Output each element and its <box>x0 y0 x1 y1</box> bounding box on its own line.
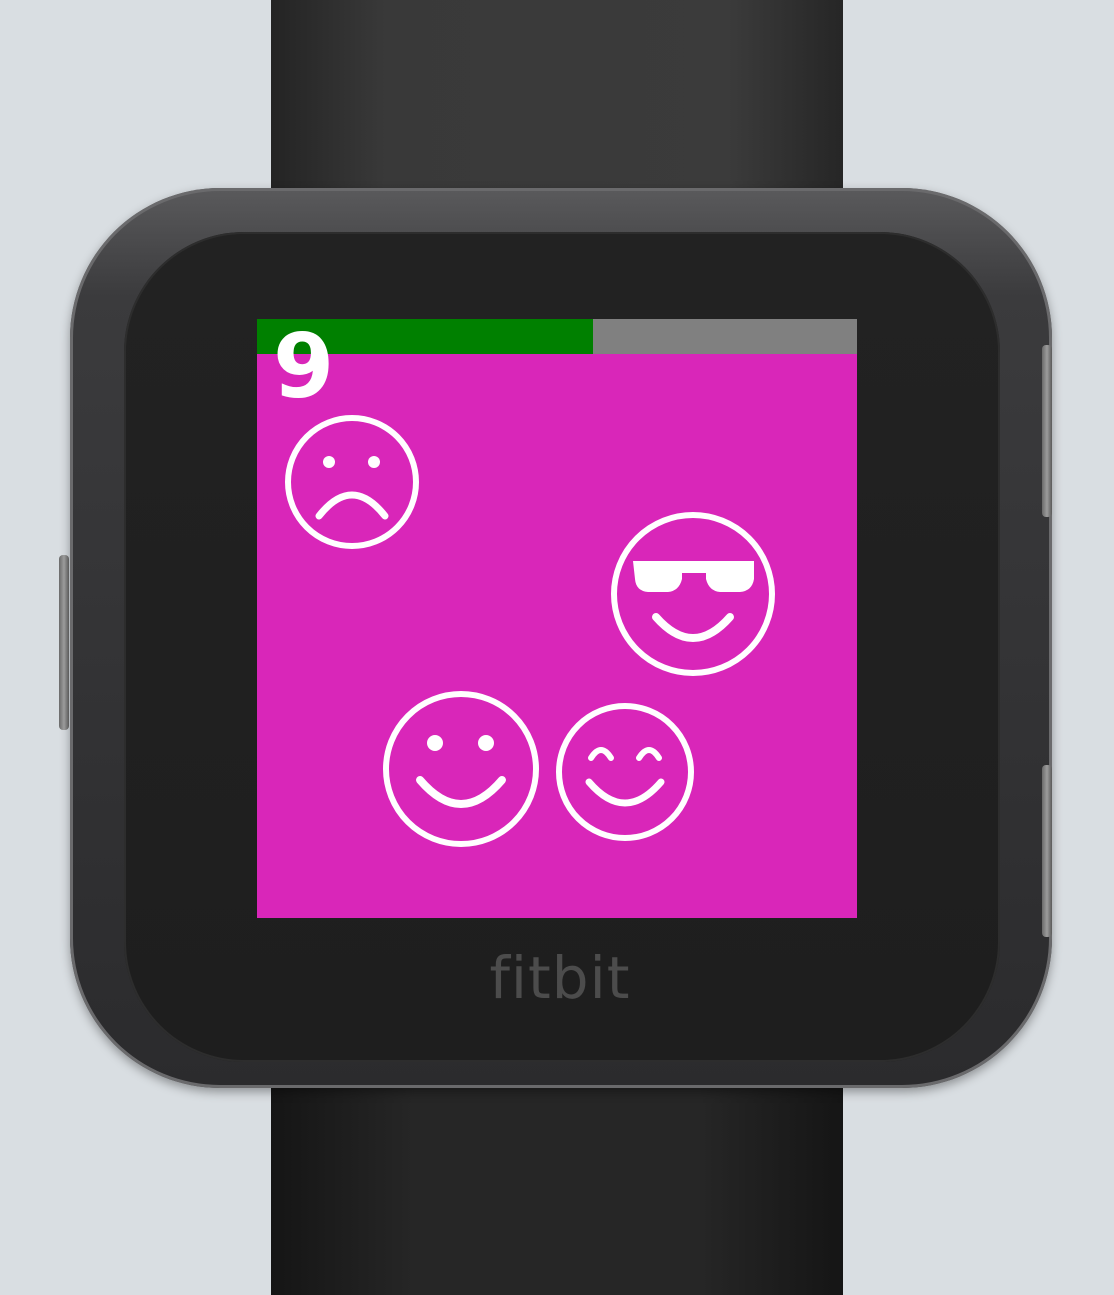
progress-bar <box>257 319 857 354</box>
right-top-button[interactable] <box>1042 345 1052 517</box>
game-screen[interactable]: 9 <box>257 319 857 918</box>
brand-logo: fitbit <box>489 944 631 1012</box>
score-counter: 9 <box>273 319 335 418</box>
right-bottom-button[interactable] <box>1042 765 1052 937</box>
sad-face-icon[interactable] <box>282 412 422 552</box>
happy-closed-eyes-face-icon[interactable] <box>553 700 697 844</box>
sunglasses-face-icon[interactable] <box>608 509 778 679</box>
watch-band-bottom <box>271 1060 843 1295</box>
left-side-button[interactable] <box>59 555 69 730</box>
smiling-face-icon[interactable] <box>380 688 542 850</box>
